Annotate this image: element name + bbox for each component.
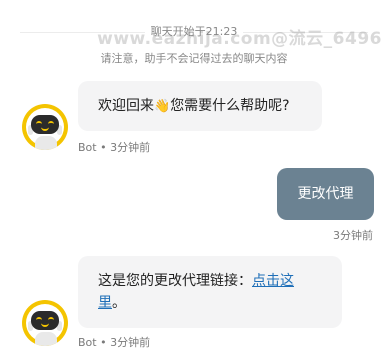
bot-message-text-start: 欢迎回来 — [98, 98, 154, 114]
bot-message-bubble: 这是您的更改代理链接：点击这里。 — [78, 256, 342, 328]
bot-message-text-end: 。 — [112, 295, 126, 311]
message-time: 3分钟前 — [110, 141, 151, 154]
proxy-change-link-continued[interactable]: 里 — [98, 295, 112, 311]
avatar-body — [35, 136, 57, 150]
meta-separator: • — [100, 141, 107, 154]
session-notice: 请注意，助手不会记得过去的聊天内容 — [100, 52, 288, 65]
bot-message-text: 欢迎回来👋您需要什么帮助呢? — [98, 95, 290, 118]
user-message-time: 3分钟前 — [333, 229, 373, 242]
bot-message-meta: Bot • 3分钟前 — [78, 139, 150, 155]
avatar-face — [31, 115, 59, 134]
avatar-background — [26, 108, 64, 150]
message-time: 3分钟前 — [110, 336, 151, 349]
robot-avatar-icon — [22, 300, 68, 346]
bot-message-text: 这是您的更改代理链接：点击这里。 — [98, 270, 318, 314]
avatar-mouth — [41, 126, 49, 131]
bot-message-bubble: 欢迎回来👋您需要什么帮助呢? — [78, 81, 322, 131]
watermark: www.eazhija.com@流云_6496 — [97, 29, 382, 49]
avatar-face — [31, 311, 59, 330]
avatar-mouth — [41, 322, 49, 327]
sender-name: Bot — [78, 336, 97, 349]
bot-message-meta: Bot • 3分钟前 — [78, 334, 150, 350]
session-header: 聊天开始于21:23 www.eazhija.com@流云_6496 请注意，助… — [0, 20, 388, 66]
chat-window: 聊天开始于21:23 www.eazhija.com@流云_6496 请注意，助… — [0, 0, 388, 359]
bot-message-text-start: 这是您的更改代理链接： — [98, 273, 252, 289]
waving-hand-icon: 👋 — [154, 99, 171, 114]
bot-message-text-end: 您需要什么帮助呢? — [170, 98, 290, 114]
avatar-background — [26, 304, 64, 346]
user-message-bubble: 更改代理 — [277, 168, 374, 220]
sender-name: Bot — [78, 141, 97, 154]
robot-avatar-icon — [22, 104, 68, 150]
avatar-body — [35, 332, 57, 346]
proxy-change-link[interactable]: 点击这 — [252, 273, 294, 289]
meta-separator: • — [100, 336, 107, 349]
